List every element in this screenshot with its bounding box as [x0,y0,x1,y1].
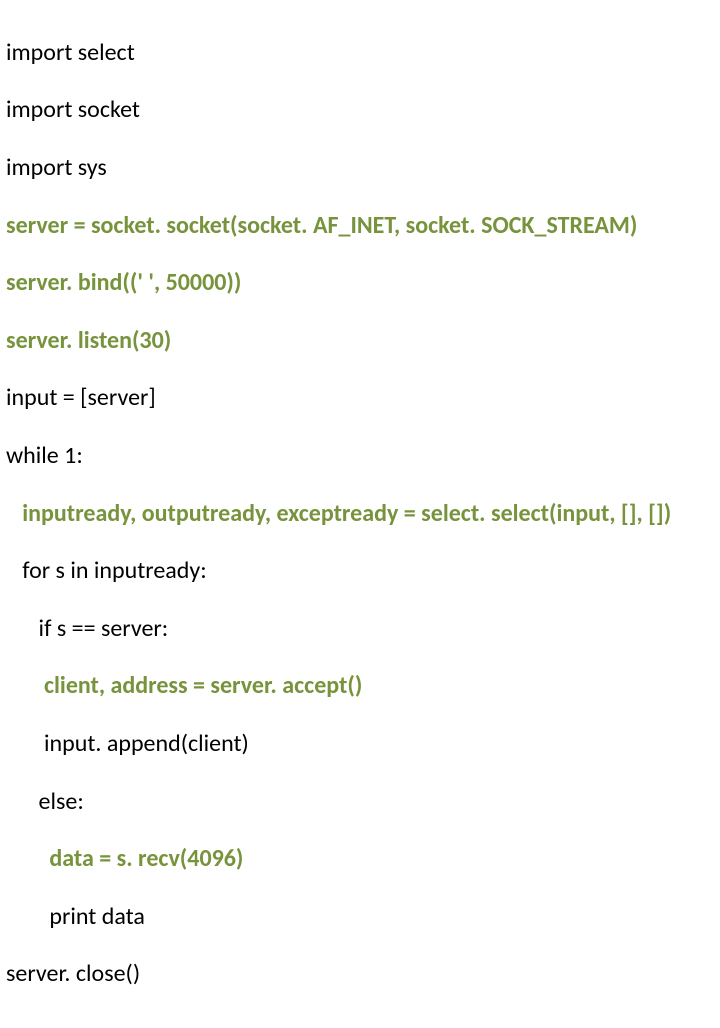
code-line: input = [server] [6,384,714,413]
code-line: server. bind((' ', 50000)) [6,269,714,298]
code-line: inputready, outputready, exceptready = s… [6,500,714,529]
code-line: else: [6,788,714,817]
code-line: for s in inputready: [6,557,714,586]
code-line: data = s. recv(4096) [6,845,714,874]
code-line: if s == server: [6,615,714,644]
code-line: while 1: [6,442,714,471]
code-line: server = socket. socket(socket. AF_INET,… [6,212,714,241]
code-line: server. listen(30) [6,327,714,356]
code-line: import sys [6,154,714,183]
code-line: import select [6,39,714,68]
code-line: client, address = server. accept() [6,672,714,701]
code-slide: import select import socket import sys s… [0,0,720,1028]
code-line: import socket [6,96,714,125]
code-line: input. append(client) [6,730,714,759]
code-line: server. close() [6,960,714,989]
code-line: print data [6,903,714,932]
